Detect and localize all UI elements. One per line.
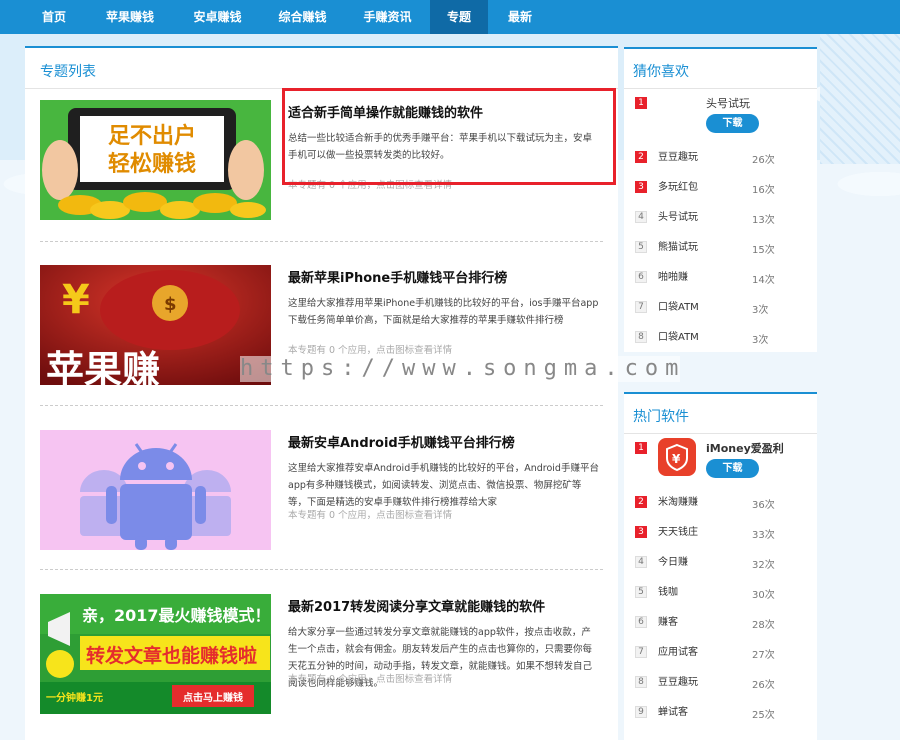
svg-text:$: $: [164, 294, 177, 315]
top-nav: 首页 苹果赚钱 安卓赚钱 综合赚钱 手赚资讯 专题 最新: [0, 0, 900, 34]
app-name[interactable]: 头号试玩: [658, 208, 698, 223]
app-count: 32次: [752, 560, 775, 571]
yen-shield-icon: ¥: [666, 443, 688, 472]
nav-item-topics[interactable]: 专题: [430, 0, 488, 34]
divider: [40, 569, 603, 570]
nav-item-latest[interactable]: 最新: [488, 0, 552, 34]
topic-thumbnail[interactable]: [40, 430, 271, 550]
app-name[interactable]: 天天钱庄: [658, 523, 698, 538]
rank-badge: 3: [635, 181, 647, 193]
topic-meta: 本专题有 0 个应用，点击图标查看详情: [288, 510, 453, 521]
highlight-box: [282, 88, 616, 185]
hot-software-panel: 热门软件 1 ¥ iMoney爱盈利 下载 2 米淘赚赚 36次 3 天天钱庄 …: [624, 392, 817, 740]
thumbnail-text: 转发文章也能赚钱啦: [86, 645, 258, 667]
app-count: 25次: [752, 710, 775, 721]
rank-badge: 5: [635, 586, 647, 598]
thumbnail-text: 轻松赚钱: [107, 152, 196, 177]
panel-title: 猜你喜欢: [633, 64, 689, 80]
app-count: 3次: [752, 335, 769, 346]
topic-thumbnail[interactable]: $ ¥ 苹果赚: [40, 265, 271, 385]
divider: [624, 88, 817, 89]
app-name[interactable]: 头号试玩: [706, 95, 750, 111]
rank-badge: 4: [635, 556, 647, 568]
app-name[interactable]: 口袋ATM: [658, 328, 699, 343]
rank-badge: 2: [635, 151, 647, 163]
rank-badge: 7: [635, 646, 647, 658]
app-count: 16次: [752, 185, 775, 196]
topic-title[interactable]: 最新安卓Android手机赚钱平台排行榜: [288, 432, 608, 451]
panel-title: 热门软件: [633, 409, 689, 425]
guess-you-like-panel: 猜你喜欢 1 头号试玩 下载 2 豆豆趣玩 26次 3 多玩红包 16次 4 头…: [624, 47, 817, 352]
watermark: https://www.songma.com: [240, 356, 686, 382]
app-name[interactable]: iMoney爱盈利: [706, 440, 784, 456]
svg-text:¥: ¥: [672, 452, 681, 466]
thumbnail-text: 苹果赚: [46, 348, 161, 385]
app-name[interactable]: 钱咖: [658, 583, 678, 598]
app-name[interactable]: 今日赚: [658, 553, 688, 568]
thumbnail-text: 亲，2017最火赚钱模式！: [82, 606, 271, 625]
topic-thumbnail[interactable]: 足不出户 轻松赚钱: [40, 100, 271, 220]
app-name[interactable]: 应用试客: [658, 643, 698, 658]
download-button[interactable]: 下载: [706, 114, 759, 133]
nav-item-android-earn[interactable]: 安卓赚钱: [175, 0, 260, 34]
divider: [40, 405, 603, 406]
app-name[interactable]: 豆豆趣玩: [658, 148, 698, 163]
app-count: 26次: [752, 155, 775, 166]
app-count: 27次: [752, 650, 775, 661]
rank-badge: 9: [635, 706, 647, 718]
app-count: 26次: [752, 680, 775, 691]
android-robot-graphic: [40, 430, 271, 550]
topic-thumbnail[interactable]: 亲，2017最火赚钱模式！ 转发文章也能赚钱啦 一分钟赚1元 点击马上赚钱: [40, 594, 271, 714]
app-count: 13次: [752, 215, 775, 226]
nav-item-home[interactable]: 首页: [28, 0, 80, 34]
rank-badge: 3: [635, 526, 647, 538]
nav-item-general-earn[interactable]: 综合赚钱: [260, 0, 345, 34]
rank-badge: 8: [635, 676, 647, 688]
app-count: 30次: [752, 590, 775, 601]
app-count: 15次: [752, 245, 775, 256]
rank-badge: 5: [635, 241, 647, 253]
topic-title[interactable]: 最新苹果iPhone手机赚钱平台排行榜: [288, 267, 608, 286]
topic-description: 这里给大家推荐安卓Android手机赚钱的比较好的平台，Android手赚平台a…: [288, 463, 599, 508]
rank-badge: 1: [635, 97, 647, 109]
app-name[interactable]: 蝉试客: [658, 703, 688, 718]
topic-description: 这里给大家推荐用苹果iPhone手机赚钱的比较好的平台，ios手赚平台app下载…: [288, 298, 599, 326]
app-name[interactable]: 米淘赚赚: [658, 493, 698, 508]
background-pattern: [820, 34, 900, 164]
app-name[interactable]: 啪啪赚: [658, 268, 688, 283]
app-name[interactable]: 赚客: [658, 613, 678, 628]
app-name[interactable]: 豆豆趣玩: [658, 673, 698, 688]
download-button[interactable]: 下载: [706, 459, 759, 478]
app-count: 14次: [752, 275, 775, 286]
thumbnail-text: 一分钟赚1元: [46, 693, 103, 704]
panel-title: 专题列表: [40, 64, 96, 80]
thumbnail-text: 点击马上赚钱: [183, 693, 243, 704]
app-name[interactable]: 多玩红包: [658, 178, 698, 193]
rank-badge: 4: [635, 211, 647, 223]
rank-badge: 6: [635, 616, 647, 628]
topic-title[interactable]: 最新2017转发阅读分享文章就能赚钱的软件: [288, 596, 608, 615]
app-count: 3次: [752, 305, 769, 316]
rank-badge: 2: [635, 496, 647, 508]
divider: [40, 241, 603, 242]
app-name[interactable]: 熊猫试玩: [658, 238, 698, 253]
rank-badge: 6: [635, 271, 647, 283]
rank-badge: 8: [635, 331, 647, 343]
divider: [624, 433, 817, 434]
topic-item: 亲，2017最火赚钱模式！ 转发文章也能赚钱啦 一分钟赚1元 点击马上赚钱 最新…: [40, 594, 605, 719]
rank-badge: 7: [635, 301, 647, 313]
app-name[interactable]: 口袋ATM: [658, 298, 699, 313]
topic-meta: 本专题有 0 个应用，点击图标查看详情: [288, 674, 453, 685]
app-count: 28次: [752, 620, 775, 631]
nav-item-news[interactable]: 手赚资讯: [345, 0, 430, 34]
topic-meta: 本专题有 0 个应用，点击图标查看详情: [288, 345, 453, 356]
nav-item-apple-earn[interactable]: 苹果赚钱: [85, 0, 175, 34]
rank-badge: 1: [635, 442, 647, 454]
app-count: 33次: [752, 530, 775, 541]
topic-item: 最新安卓Android手机赚钱平台排行榜 这里给大家推荐安卓Android手机赚…: [40, 430, 605, 555]
svg-text:¥: ¥: [62, 277, 90, 323]
app-icon[interactable]: ¥: [658, 438, 696, 476]
app-count: 36次: [752, 500, 775, 511]
